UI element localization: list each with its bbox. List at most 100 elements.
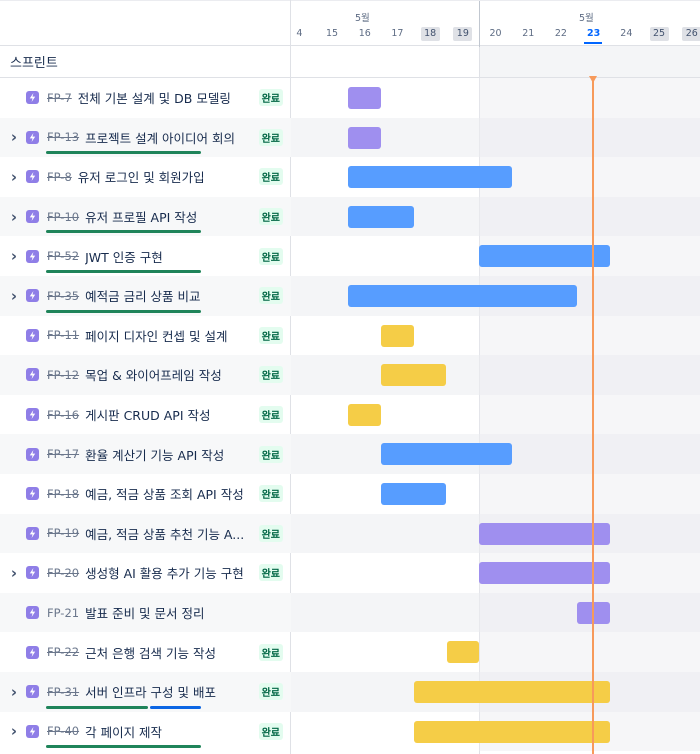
- issue-title[interactable]: 생성형 AI 활용 추가 기능 구현: [85, 563, 244, 582]
- timeline-bar[interactable]: [413, 720, 610, 743]
- sprint-row[interactable]: 스프린트: [0, 46, 291, 78]
- issue-row[interactable]: ›FP-18예금, 적금 상품 조회 API 작성완료: [0, 474, 291, 514]
- status-badge[interactable]: 완료: [258, 326, 283, 344]
- issue-title[interactable]: 유저 프로필 API 작성: [85, 207, 197, 226]
- issue-key[interactable]: FP-17: [47, 447, 79, 461]
- timeline-bar[interactable]: [479, 522, 610, 545]
- issue-key[interactable]: FP-31: [47, 685, 79, 699]
- status-badge[interactable]: 완료: [258, 208, 283, 226]
- issue-title[interactable]: 페이지 디자인 컨셉 및 설계: [85, 326, 227, 345]
- timeline-bar[interactable]: [348, 166, 512, 189]
- issue-title[interactable]: 예적금 금리 상품 비교: [85, 286, 200, 305]
- status-badge[interactable]: 완료: [258, 247, 283, 265]
- issue-title[interactable]: 근처 은행 검색 기능 작성: [85, 643, 216, 662]
- issue-title[interactable]: 예금, 적금 상품 조회 API 작성: [85, 484, 244, 503]
- timeline-bar[interactable]: [348, 205, 414, 228]
- chevron-right-icon[interactable]: ›: [7, 564, 21, 582]
- issue-key[interactable]: FP-18: [47, 487, 79, 501]
- issue-key[interactable]: FP-22: [47, 645, 79, 659]
- status-badge[interactable]: 완료: [258, 564, 283, 582]
- status-badge[interactable]: 완료: [258, 485, 283, 503]
- issue-row[interactable]: ›FP-19예금, 적금 상품 추천 기능 A...완료: [0, 513, 291, 554]
- status-badge[interactable]: 완료: [258, 406, 283, 424]
- issue-row[interactable]: › FP-52 JWT 인증 구현 완료: [0, 236, 291, 276]
- issue-row[interactable]: › FP-8 유저 로그인 및 회원가입 완료: [0, 157, 291, 197]
- issue-row[interactable]: ›FP-17환율 계산기 기능 API 작성완료: [0, 434, 291, 474]
- issue-title[interactable]: 서버 인프라 구성 및 배포: [85, 682, 216, 701]
- status-badge[interactable]: 완료: [258, 683, 283, 701]
- timeline-bar[interactable]: [479, 562, 610, 585]
- issue-key[interactable]: FP-20: [47, 566, 79, 580]
- issue-key[interactable]: FP-11: [47, 328, 79, 342]
- issue-title[interactable]: 환율 계산기 기능 API 작성: [85, 445, 224, 464]
- issue-list-header: [0, 0, 290, 46]
- timeline-row: [291, 157, 700, 197]
- issue-row[interactable]: › FP-40 각 페이지 제작 완료: [0, 712, 291, 752]
- issue-row[interactable]: › FP-20 생성형 AI 활용 추가 기능 구현 완료: [0, 553, 291, 593]
- issue-key[interactable]: FP-12: [47, 368, 79, 382]
- chevron-right-icon[interactable]: ›: [7, 168, 21, 186]
- chevron-right-icon[interactable]: ›: [7, 128, 21, 146]
- chevron-right-icon[interactable]: ›: [7, 722, 21, 740]
- status-badge[interactable]: 완료: [258, 128, 283, 146]
- issue-row[interactable]: ›FP-16게시판 CRUD API 작성완료: [0, 395, 291, 435]
- issue-key[interactable]: FP-40: [47, 724, 79, 738]
- issue-key[interactable]: FP-19: [47, 526, 79, 540]
- issue-row[interactable]: › FP-31 서버 인프라 구성 및 배포 완료: [0, 672, 291, 712]
- issue-key[interactable]: FP-35: [47, 289, 79, 303]
- future-shade: [479, 157, 700, 197]
- issue-key[interactable]: FP-10: [47, 210, 79, 224]
- timeline-bar[interactable]: [446, 641, 480, 664]
- timeline-bar[interactable]: [479, 245, 610, 268]
- issue-row[interactable]: › FP-10 유저 프로필 API 작성 완료: [0, 196, 291, 237]
- issue-title[interactable]: 각 페이지 제작: [85, 722, 162, 741]
- issue-row[interactable]: › FP-13 프로젝트 설계 아이디어 회의 완료: [0, 117, 291, 158]
- issue-title[interactable]: 목업 & 와이어프레임 작성: [85, 365, 222, 384]
- chevron-right-icon[interactable]: ›: [7, 287, 21, 305]
- chevron-right-icon[interactable]: ›: [7, 683, 21, 701]
- issue-row[interactable]: ›FP-22근처 은행 검색 기능 작성완료: [0, 632, 291, 672]
- issue-key[interactable]: FP-16: [47, 408, 79, 422]
- child-progress-done: [46, 705, 148, 709]
- child-progress-bar: [46, 151, 201, 155]
- timeline-bar[interactable]: [348, 285, 578, 307]
- issue-title[interactable]: 발표 준비 및 문서 정리: [85, 603, 204, 622]
- issue-row[interactable]: ›FP-7전체 기본 설계 및 DB 모델링완료: [0, 78, 291, 118]
- timeline-bar[interactable]: [348, 126, 382, 149]
- day-label-21: 21: [522, 28, 535, 39]
- issue-row[interactable]: ›FP-11페이지 디자인 컨셉 및 설계완료: [0, 316, 291, 356]
- status-badge[interactable]: 완료: [258, 524, 283, 542]
- status-badge[interactable]: 완료: [258, 643, 283, 661]
- issue-key[interactable]: FP-7: [47, 91, 72, 105]
- issue-key[interactable]: FP-52: [47, 249, 79, 263]
- status-badge[interactable]: 완료: [258, 722, 283, 740]
- chevron-right-icon[interactable]: ›: [7, 247, 21, 265]
- issue-key[interactable]: FP-13: [47, 130, 79, 144]
- issue-title[interactable]: 예금, 적금 상품 추천 기능 A...: [85, 524, 244, 543]
- issue-title[interactable]: 게시판 CRUD API 작성: [85, 405, 210, 424]
- chevron-right-icon[interactable]: ›: [7, 208, 21, 226]
- status-badge[interactable]: 완료: [258, 287, 283, 305]
- timeline-row: [291, 632, 700, 672]
- timeline-bar[interactable]: [381, 364, 447, 387]
- issue-row[interactable]: ›FP-12목업 & 와이어프레임 작성완료: [0, 355, 291, 395]
- issue-key[interactable]: FP-8: [47, 170, 72, 184]
- timeline-bar[interactable]: [381, 324, 414, 347]
- issue-key[interactable]: FP-21: [47, 606, 79, 620]
- issue-title[interactable]: 유저 로그인 및 회원가입: [78, 167, 205, 186]
- status-badge[interactable]: 완료: [258, 366, 283, 384]
- status-badge[interactable]: 완료: [258, 168, 283, 186]
- issue-title[interactable]: JWT 인증 구현: [85, 247, 163, 266]
- timeline-bar[interactable]: [413, 681, 610, 703]
- status-badge[interactable]: 완료: [258, 89, 283, 107]
- issue-title[interactable]: 프로젝트 설계 아이디어 회의: [85, 128, 235, 147]
- issue-row[interactable]: › FP-35 예적금 금리 상품 비교 완료: [0, 276, 291, 316]
- timeline-bar[interactable]: [348, 403, 382, 426]
- timeline-bar[interactable]: [381, 483, 447, 505]
- timeline-bar[interactable]: [348, 87, 382, 109]
- status-badge[interactable]: 완료: [258, 445, 283, 463]
- epic-icon: [26, 289, 39, 303]
- issue-row[interactable]: ›FP-21발표 준비 및 문서 정리: [0, 592, 291, 633]
- issue-title[interactable]: 전체 기본 설계 및 DB 모델링: [78, 88, 231, 107]
- timeline-bar[interactable]: [381, 443, 512, 466]
